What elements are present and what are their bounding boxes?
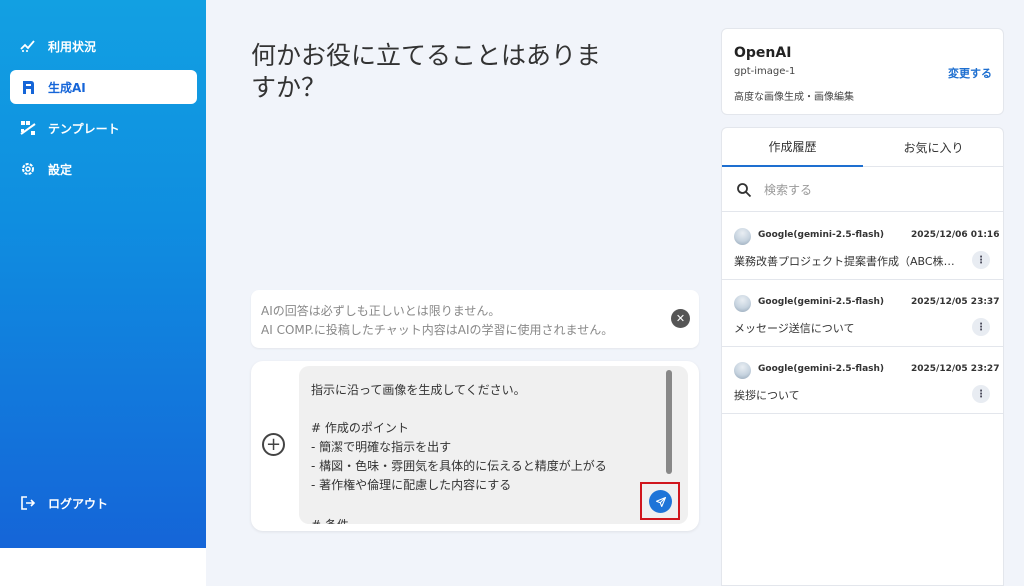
close-icon[interactable]: ✕ [671,309,690,328]
tab-history[interactable]: 作成履歴 [722,128,863,167]
model-name: OpenAI [734,45,792,61]
search-icon [737,182,752,197]
prompt-scrollbar[interactable] [666,370,672,474]
prompt-line: - 著作権や倫理に配慮した内容にする [311,478,512,492]
prompt-line: # 作成のポイント [311,421,409,435]
sidebar-item-usage[interactable]: 利用状況 [10,29,197,63]
history-model: Google(gemini-2.5-flash) [758,364,885,374]
model-avatar [734,295,751,312]
search-input[interactable] [764,182,984,197]
history-date: 2025/12/05 23:37 [911,297,1000,307]
history-title: メッセージ送信について [734,322,855,335]
prompt-line: - 簡潔で明確な指示を出す [311,440,452,454]
model-card: OpenAI gpt-image-1 高度な画像生成・画像編集 変更する [721,28,1004,115]
sidebar-item-label: 設定 [48,162,73,177]
model-description: 高度な画像生成・画像編集 [734,92,854,103]
history-item[interactable]: Google(gemini-2.5-flash) 2025/12/06 01:1… [722,213,1003,280]
gear-icon [19,160,37,178]
history-search [722,168,1003,212]
sidebar-item-generative-ai[interactable]: 生成AI [10,70,197,104]
send-button-highlight [640,482,680,520]
sidebar-item-label: 生成AI [48,80,86,95]
history-date: 2025/12/06 01:16 [911,230,1000,240]
more-options-icon[interactable]: ⋮ [972,318,990,336]
model-avatar [734,228,751,245]
add-attachment-button[interactable]: + [262,433,285,456]
disclaimer-notice: AIの回答は必ずしも正しいとは限りません。 AI COMP.に投稿したチャット内… [251,290,699,348]
history-date: 2025/12/05 23:27 [911,364,1000,374]
history-model: Google(gemini-2.5-flash) [758,230,885,240]
sidebar-footer [0,548,206,586]
more-options-icon[interactable]: ⋮ [972,385,990,403]
sidebar-item-label: 利用状況 [48,39,97,54]
send-button[interactable] [649,490,672,513]
history-model: Google(gemini-2.5-flash) [758,297,885,307]
more-options-icon[interactable]: ⋮ [972,251,990,269]
history-title: 業務改善プロジェクト提案書作成（ABC株式会社） [734,255,964,268]
sidebar-item-templates[interactable]: テンプレート [10,111,197,145]
change-model-link[interactable]: 変更する [948,65,992,81]
sidebar: 利用状況 生成AI テンプレート 設定 ログアウト [0,0,206,548]
model-id: gpt-image-1 [734,66,796,77]
logout-button[interactable]: ログアウト [10,486,197,520]
history-item[interactable]: Google(gemini-2.5-flash) 2025/12/05 23:2… [722,347,1003,414]
prompt-composer: + 指示に沿って画像を生成してください。 # 作成のポイント - 簡潔で明確な指… [251,361,699,531]
notice-text: AI COMP.に投稿したチャット内容はAIの学習に使用されません。 [261,323,614,337]
history-panel: 作成履歴 お気に入り Google(gemini-2.5-flash) 2025… [721,127,1004,586]
prompt-line: - 構図・色味・雰囲気を具体的に伝えると精度が上がる [311,459,607,473]
prompt-line: 指示に沿って画像を生成してください。 [311,383,526,397]
tab-favorites[interactable]: お気に入り [863,128,1004,167]
prompt-line: # 条件 [311,516,349,524]
model-avatar [734,362,751,379]
logout-icon [19,494,37,512]
send-icon [655,496,666,507]
history-item[interactable]: Google(gemini-2.5-flash) 2025/12/05 23:3… [722,280,1003,347]
sidebar-item-label: テンプレート [48,121,120,136]
sidebar-item-settings[interactable]: 設定 [10,152,197,186]
page-title: 何かお役に立てることはありま すか？ [251,40,701,104]
logout-label: ログアウト [48,496,109,511]
history-title: 挨拶について [734,389,800,402]
page-title-line: すか？ [251,73,327,102]
template-grid-icon [19,119,37,137]
ai-generate-icon [19,78,37,96]
prompt-input[interactable]: 指示に沿って画像を生成してください。 # 作成のポイント - 簡潔で明確な指示を… [299,366,688,524]
page-title-line: 何かお役に立てることはありま [251,41,602,70]
notice-text: AIの回答は必ずしも正しいとは限りません。 [261,304,501,318]
usage-chart-icon [19,37,37,55]
